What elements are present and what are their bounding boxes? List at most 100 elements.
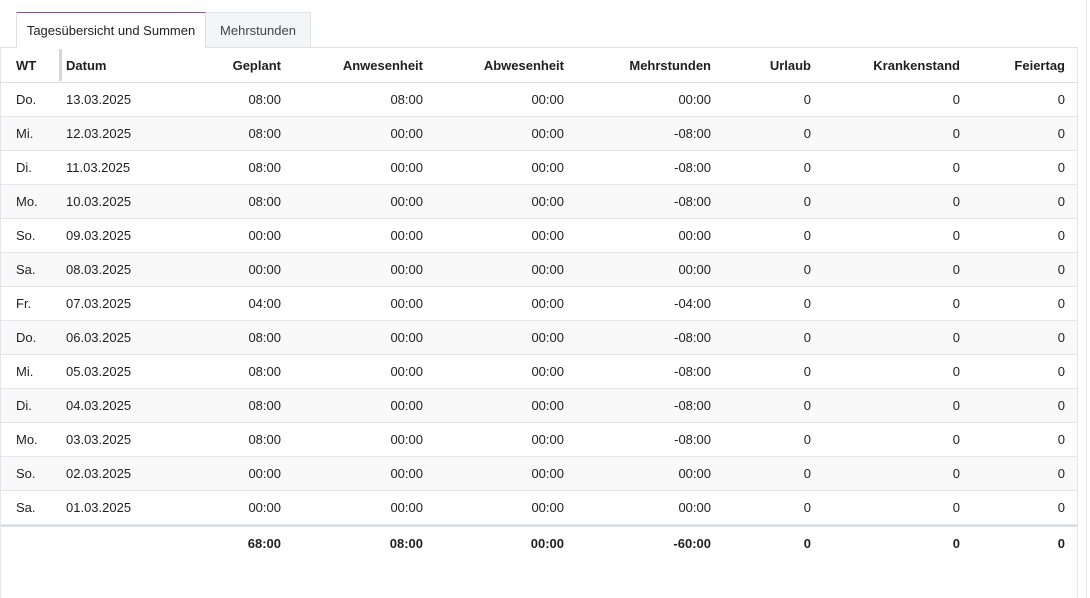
column-header-feiertag[interactable]: Feiertag (975, 48, 1065, 82)
column-header-mehrstunden[interactable]: Mehrstunden (571, 48, 711, 82)
cell-anwesenheit: 00:00 (390, 398, 423, 413)
cell-urlaub: 0 (803, 262, 811, 277)
table-row[interactable]: So. 09.03.2025 00:00 00:00 00:00 00:00 0 0 0 (1, 219, 1077, 253)
total-mehrstunden: -60:00 (673, 535, 711, 551)
cell-abwesenheit: 00:00 (531, 92, 564, 107)
table-row[interactable]: Do. 06.03.2025 08:00 00:00 00:00 -08:00 0 0 0 (1, 321, 1077, 355)
tab-bar: Tagesübersicht und Summen Mehrstunden (0, 0, 1090, 48)
cell-krankenstand: 0 (952, 500, 960, 515)
cell-wt: Di. (16, 160, 32, 175)
cell-urlaub: 0 (803, 466, 811, 481)
table-row[interactable]: Di. 04.03.2025 08:00 00:00 00:00 -08:00 0 0 0 (1, 389, 1077, 423)
cell-wt: Do. (16, 330, 37, 345)
cell-mehrstunden: 00:00 (678, 228, 711, 243)
total-abwesenheit: 00:00 (530, 535, 564, 551)
cell-anwesenheit: 00:00 (390, 296, 423, 311)
cell-wt: Sa. (16, 262, 36, 277)
cell-wt: Fr. (16, 296, 32, 311)
cell-mehrstunden: 00:00 (678, 500, 711, 515)
cell-feiertag: 0 (1057, 92, 1065, 107)
cell-urlaub: 0 (803, 296, 811, 311)
total-geplant: 68:00 (247, 535, 281, 551)
table-row[interactable]: Sa. 01.03.2025 00:00 00:00 00:00 00:00 0 0 0 (1, 491, 1077, 525)
cell-abwesenheit: 00:00 (531, 126, 564, 141)
cell-mehrstunden: -08:00 (674, 398, 711, 413)
table-row[interactable]: Fr. 07.03.2025 04:00 00:00 00:00 -04:00 0 0 0 (1, 287, 1077, 321)
cell-wt: Mi. (16, 126, 34, 141)
cell-wt: So. (16, 466, 36, 481)
cell-geplant: 08:00 (248, 194, 281, 209)
cell-mehrstunden: -08:00 (674, 160, 711, 175)
total-urlaub: 0 (803, 535, 811, 551)
cell-geplant: 00:00 (248, 262, 281, 277)
column-header-abwesenheit[interactable]: Abwesenheit (424, 48, 564, 82)
cell-geplant: 08:00 (248, 398, 281, 413)
cell-wt: Do. (16, 92, 37, 107)
cell-krankenstand: 0 (952, 262, 960, 277)
cell-urlaub: 0 (803, 330, 811, 345)
cell-wt: Mo. (16, 194, 38, 209)
cell-anwesenheit: 00:00 (390, 160, 423, 175)
cell-abwesenheit: 00:00 (531, 262, 564, 277)
cell-anwesenheit: 00:00 (390, 262, 423, 277)
cell-urlaub: 0 (803, 194, 811, 209)
cell-geplant: 04:00 (248, 296, 281, 311)
tab-tagesuebersicht[interactable]: Tagesübersicht und Summen (16, 12, 206, 48)
column-header-krankenstand[interactable]: Krankenstand (820, 48, 960, 82)
table-row[interactable]: Mi. 05.03.2025 08:00 00:00 00:00 -08:00 0 0 0 (1, 355, 1077, 389)
column-header-urlaub[interactable]: Urlaub (721, 48, 811, 82)
column-header-anwesenheit[interactable]: Anwesenheit (283, 48, 423, 82)
tab-mehrstunden[interactable]: Mehrstunden (206, 12, 311, 48)
cell-feiertag: 0 (1057, 262, 1065, 277)
table-row[interactable]: So. 02.03.2025 00:00 00:00 00:00 00:00 0 0 0 (1, 457, 1077, 491)
cell-anwesenheit: 08:00 (390, 92, 423, 107)
cell-anwesenheit: 00:00 (390, 330, 423, 345)
table-row[interactable]: Mo. 10.03.2025 08:00 00:00 00:00 -08:00 0 0 0 (1, 185, 1077, 219)
cell-abwesenheit: 00:00 (531, 398, 564, 413)
cell-geplant: 08:00 (248, 432, 281, 447)
column-header-geplant[interactable]: Geplant (161, 48, 281, 82)
cell-wt: Di. (16, 398, 32, 413)
cell-feiertag: 0 (1057, 398, 1065, 413)
column-header-wt[interactable]: WT (16, 48, 56, 82)
cell-anwesenheit: 00:00 (390, 228, 423, 243)
cell-abwesenheit: 00:00 (531, 296, 564, 311)
table-row[interactable]: Di. 11.03.2025 08:00 00:00 00:00 -08:00 0 0 0 (1, 151, 1077, 185)
table-body: Do. 13.03.2025 08:00 08:00 00:00 00:00 0 0 0 Mi. 1… (1, 83, 1077, 525)
cell-wt: Mi. (16, 364, 34, 379)
cell-mehrstunden: -08:00 (674, 364, 711, 379)
table-row[interactable]: Mi. 12.03.2025 08:00 00:00 00:00 -08:00 0 0 0 (1, 117, 1077, 151)
scrollbar-track[interactable] (1086, 0, 1087, 598)
table-row[interactable]: Sa. 08.03.2025 00:00 00:00 00:00 00:00 0 0 0 (1, 253, 1077, 287)
cell-abwesenheit: 00:00 (531, 364, 564, 379)
cell-feiertag: 0 (1057, 194, 1065, 209)
total-anwesenheit: 08:00 (389, 535, 423, 551)
cell-mehrstunden: -04:00 (674, 296, 711, 311)
scrollbar[interactable] (1078, 0, 1090, 598)
cell-abwesenheit: 00:00 (531, 160, 564, 175)
cell-wt: Mo. (16, 432, 38, 447)
cell-abwesenheit: 00:00 (531, 432, 564, 447)
cell-krankenstand: 0 (952, 194, 960, 209)
cell-anwesenheit: 00:00 (390, 432, 423, 447)
table-row[interactable]: Mo. 03.03.2025 08:00 00:00 00:00 -08:00 0 0 0 (1, 423, 1077, 457)
cell-geplant: 08:00 (248, 364, 281, 379)
cell-abwesenheit: 00:00 (531, 228, 564, 243)
cell-geplant: 00:00 (248, 228, 281, 243)
table-totals-row: 68:00 08:00 00:00 -60:00 0 0 0 (1, 525, 1077, 559)
cell-krankenstand: 0 (952, 92, 960, 107)
cell-mehrstunden: -08:00 (674, 126, 711, 141)
cell-feiertag: 0 (1057, 126, 1065, 141)
cell-krankenstand: 0 (952, 296, 960, 311)
cell-krankenstand: 0 (952, 466, 960, 481)
cell-mehrstunden: -08:00 (674, 194, 711, 209)
cell-feiertag: 0 (1057, 296, 1065, 311)
cell-mehrstunden: 00:00 (678, 262, 711, 277)
cell-anwesenheit: 00:00 (390, 466, 423, 481)
column-resize-handle[interactable] (59, 49, 62, 81)
cell-krankenstand: 0 (952, 228, 960, 243)
cell-urlaub: 0 (803, 126, 811, 141)
cell-krankenstand: 0 (952, 432, 960, 447)
table-row[interactable]: Do. 13.03.2025 08:00 08:00 00:00 00:00 0 0 0 (1, 83, 1077, 117)
cell-abwesenheit: 00:00 (531, 194, 564, 209)
